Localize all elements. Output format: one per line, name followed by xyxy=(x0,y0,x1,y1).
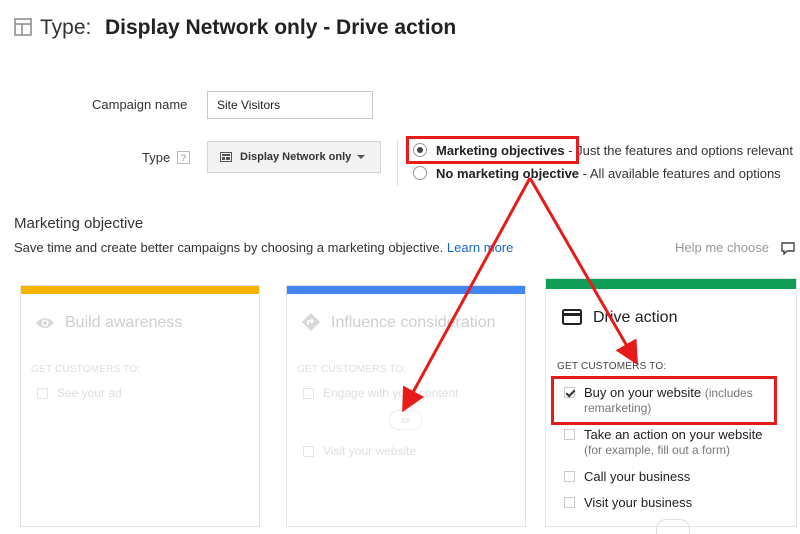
card-influence-consideration[interactable]: Influence consideration GET CUSTOMERS TO… xyxy=(286,285,526,527)
or-separator: or xyxy=(389,410,423,430)
get-customers-label: GET CUSTOMERS TO: xyxy=(297,364,407,375)
checkbox-label: See your ad xyxy=(57,386,122,400)
checkbox-label: Call your business xyxy=(584,469,691,484)
card-color-bar xyxy=(287,286,525,294)
page-title: Display Network only - Drive action xyxy=(105,16,457,39)
checkbox-note: (for example, fill out a form) xyxy=(584,443,731,457)
diamond-arrow-icon xyxy=(302,313,320,331)
chevron-down-icon xyxy=(357,155,366,159)
campaign-name-label: Campaign name xyxy=(92,97,188,112)
option-2-bold: No marketing objective xyxy=(436,166,580,181)
option-marketing-objectives[interactable]: Marketing objectives - Just the features… xyxy=(436,143,793,158)
type-dropdown-value: Display Network only xyxy=(240,151,352,163)
checkbox-note-2: remarketing) xyxy=(584,401,652,415)
section-description: Save time and create better campaigns by… xyxy=(14,240,513,255)
checkbox-label: Visit your business xyxy=(584,495,693,510)
credit-card-icon xyxy=(562,309,582,325)
help-me-choose-link[interactable]: Help me choose xyxy=(675,240,769,255)
card-title: Drive action xyxy=(593,309,678,326)
title-prefix: Type: xyxy=(40,16,92,39)
eye-icon xyxy=(36,318,54,328)
checkbox-label-block: Buy on your website (includes remarketin… xyxy=(584,385,753,415)
card-title: Influence consideration xyxy=(331,314,496,331)
get-customers-label: GET CUSTOMERS TO: xyxy=(557,361,667,372)
type-label: Type xyxy=(142,150,171,165)
checkbox[interactable] xyxy=(303,446,314,457)
option-no-marketing-objective[interactable]: No marketing objective - All available f… xyxy=(436,166,781,181)
chat-icon[interactable] xyxy=(781,242,795,255)
checkbox-item-call-business[interactable]: Call your business xyxy=(564,469,690,484)
get-customers-label: GET CUSTOMERS TO: xyxy=(31,364,141,375)
help-icon[interactable]: ? xyxy=(177,151,190,164)
card-drive-action[interactable]: Drive action GET CUSTOMERS TO: Buy on yo… xyxy=(545,278,797,534)
checkbox-note: (includes xyxy=(704,386,753,400)
card-color-bar xyxy=(546,279,796,289)
checkbox-item[interactable]: Engage with your content xyxy=(303,386,458,400)
checkbox[interactable] xyxy=(564,497,575,508)
checkbox[interactable] xyxy=(564,429,575,440)
checkbox-checked[interactable] xyxy=(564,387,575,398)
learn-more-link[interactable]: Learn more xyxy=(447,240,513,255)
radio-no-marketing-objective[interactable] xyxy=(413,166,427,180)
campaign-name-input[interactable] xyxy=(207,91,373,119)
option-1-rest: - Just the features and options relevant xyxy=(564,143,793,158)
section-title: Marketing objective xyxy=(14,215,144,232)
option-2-rest: - All available features and options xyxy=(579,166,781,181)
radio-marketing-objectives[interactable] xyxy=(413,143,427,157)
checkbox-label: Take an action on your website xyxy=(584,427,763,442)
divider xyxy=(397,140,398,186)
card-color-bar xyxy=(21,286,259,294)
checkbox-label: Visit your website xyxy=(323,444,417,458)
card-title: Build awareness xyxy=(65,314,183,331)
checkbox-item-buy-on-website[interactable]: Buy on your website (includes remarketin… xyxy=(564,385,753,415)
section-description-text: Save time and create better campaigns by… xyxy=(14,240,444,255)
checkbox-item-visit-business[interactable]: Visit your business xyxy=(564,495,692,510)
option-1-bold: Marketing objectives xyxy=(436,143,565,158)
layout-grid-icon xyxy=(14,18,32,36)
checkbox[interactable] xyxy=(564,471,575,482)
checkbox[interactable] xyxy=(303,388,314,399)
card-build-awareness[interactable]: Build awareness GET CUSTOMERS TO: See yo… xyxy=(20,285,260,527)
grid-icon xyxy=(220,152,232,162)
checkbox-label: Engage with your content xyxy=(323,386,459,400)
type-dropdown[interactable]: Display Network only xyxy=(207,141,381,173)
checkbox-item[interactable]: See your ad xyxy=(37,386,122,400)
checkbox[interactable] xyxy=(37,388,48,399)
checkbox-item-take-action[interactable]: Take an action on your website (for exam… xyxy=(564,427,763,457)
checkbox-item[interactable]: Visit your website xyxy=(303,444,416,458)
checkbox-label-block: Take an action on your website (for exam… xyxy=(584,427,763,457)
checkbox-label: Buy on your website xyxy=(584,385,702,400)
